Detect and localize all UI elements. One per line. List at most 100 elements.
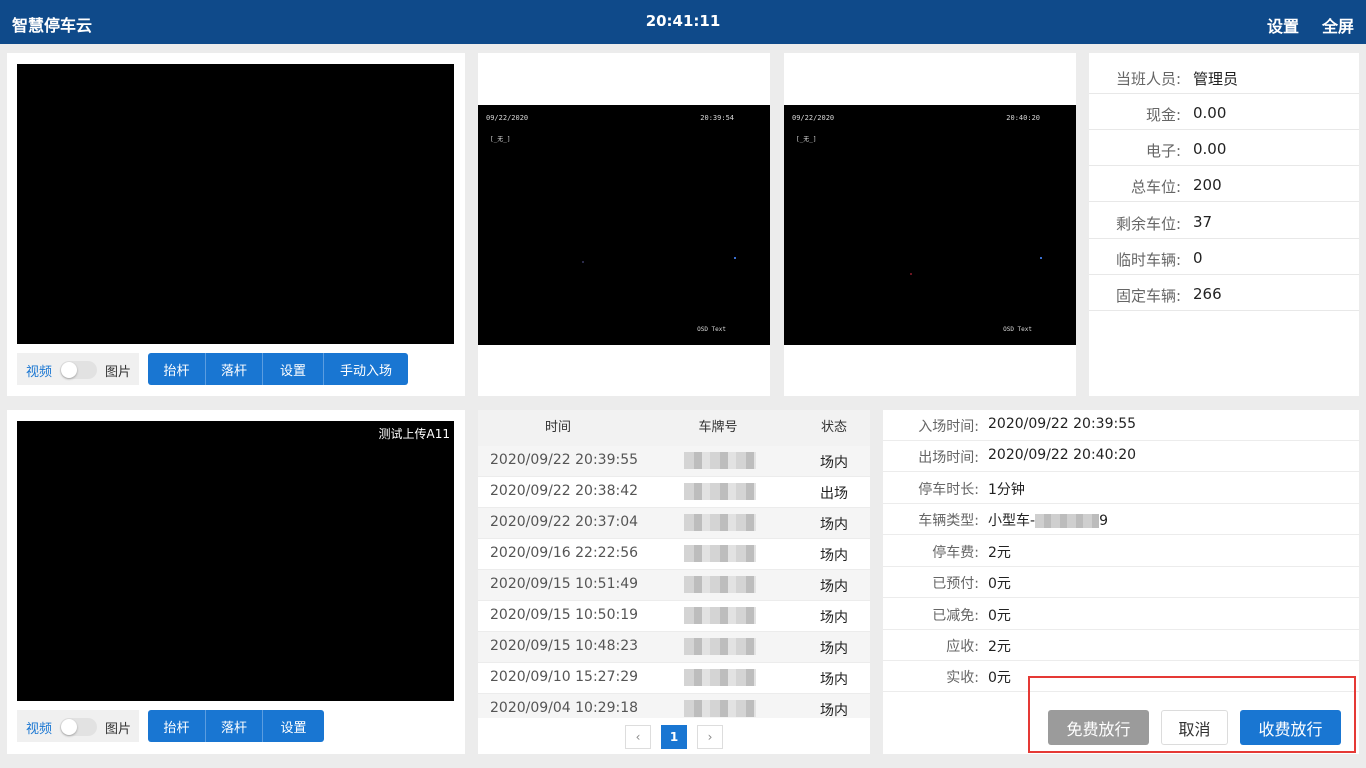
detail-row-fee: 停车费: 2元: [883, 536, 1359, 567]
top-bar: 智慧停车云 20:41:11 设置 全屏: [0, 0, 1366, 44]
free-release-button[interactable]: 免费放行: [1048, 710, 1149, 745]
info-row-electronic: 电子: 0.00: [1089, 130, 1359, 166]
info-row-total-spaces: 总车位: 200: [1089, 166, 1359, 202]
entry-settings-button[interactable]: 设置: [263, 353, 324, 385]
picture-mode-label[interactable]: 图片: [105, 718, 131, 737]
info-label: 当班人员:: [1115, 70, 1181, 88]
info-label: 现金:: [1145, 106, 1181, 124]
exit-raise-barrier-button[interactable]: 抬杆: [148, 710, 206, 742]
detail-value: 0元: [988, 608, 1011, 624]
detail-value: 2元: [988, 639, 1011, 655]
clock: 20:41:11: [645, 12, 721, 30]
cell-plate-redacted: [684, 514, 756, 531]
detail-value: 0元: [988, 670, 1011, 686]
snapshot-time: 20:39:54: [700, 114, 734, 122]
entry-view-toggle: 视频 图片: [17, 353, 139, 385]
cell-plate-redacted: [684, 669, 756, 686]
video-mode-label[interactable]: 视频: [26, 361, 52, 380]
entry-controls: 视频 图片 抬杆 落杆 设置 手动入场: [17, 353, 454, 385]
table-row[interactable]: 2020/09/22 20:38:42 出场: [478, 477, 870, 508]
exit-video-feed: 测试上传A11: [17, 421, 454, 701]
exit-snapshot-panel: 09/22/2020 20:40:20 [_无_] OSD Text: [784, 53, 1076, 396]
detail-label: 实收:: [946, 670, 979, 686]
detail-value: 2020/09/22 20:40:20: [988, 447, 1137, 463]
video-picture-switch[interactable]: [60, 718, 97, 736]
detail-row-receivable: 应收: 2元: [883, 630, 1359, 661]
cell-time: 2020/09/15 10:48:23: [490, 638, 639, 654]
vehicle-type-text: 小型车-: [988, 513, 1036, 529]
switch-knob: [61, 362, 77, 378]
detail-row-prepaid: 已预付: 0元: [883, 567, 1359, 598]
pager-prev-button[interactable]: ‹: [625, 725, 651, 749]
detail-label: 入场时间:: [918, 419, 979, 435]
table-body[interactable]: 2020/09/22 20:39:55 场内 2020/09/22 20:38:…: [478, 446, 870, 718]
info-row-remaining-spaces: 剩余车位: 37: [1089, 203, 1359, 239]
entry-camera-panel: 视频 图片 抬杆 落杆 设置 手动入场: [7, 53, 465, 396]
table-row[interactable]: 2020/09/16 22:22:56 场内: [478, 539, 870, 570]
cell-plate-redacted: [684, 452, 756, 469]
cell-time: 2020/09/04 10:29:18: [490, 700, 639, 716]
cancel-button[interactable]: 取消: [1161, 710, 1228, 745]
snapshot-date: 09/22/2020: [792, 114, 835, 122]
exit-settings-button[interactable]: 设置: [263, 710, 324, 742]
detail-row-discount: 已减免: 0元: [883, 599, 1359, 630]
table-row[interactable]: 2020/09/15 10:50:19 场内: [478, 601, 870, 632]
settings-link[interactable]: 设置: [1267, 13, 1299, 37]
fullscreen-link[interactable]: 全屏: [1322, 13, 1354, 37]
table-row[interactable]: 2020/09/10 15:27:29 场内: [478, 663, 870, 694]
cell-status: 出场: [820, 486, 848, 502]
switch-knob: [61, 719, 77, 735]
video-picture-switch[interactable]: [60, 361, 97, 379]
info-value: 200: [1193, 176, 1222, 194]
snapshot-plate-tag: [_无_]: [796, 136, 817, 143]
column-header-status: 状态: [820, 420, 847, 435]
cell-time: 2020/09/16 22:22:56: [490, 545, 639, 561]
exit-snapshot-image: 09/22/2020 20:40:20 [_无_] OSD Text: [784, 105, 1076, 345]
cell-time: 2020/09/10 15:27:29: [490, 669, 639, 685]
table-row[interactable]: 2020/09/15 10:51:49 场内: [478, 570, 870, 601]
info-value: 0.00: [1193, 140, 1227, 158]
picture-mode-label[interactable]: 图片: [105, 361, 131, 380]
detail-value: 2020/09/22 20:39:55: [988, 416, 1137, 432]
entry-video-feed: [17, 64, 454, 344]
cell-status: 场内: [820, 455, 848, 471]
detail-row-entry-time: 入场时间: 2020/09/22 20:39:55: [883, 410, 1359, 441]
exit-button-group: 抬杆 落杆 设置: [148, 710, 324, 742]
snapshot-osd-text: OSD Text: [1003, 326, 1032, 333]
cell-time: 2020/09/22 20:39:55: [490, 452, 639, 468]
cell-plate-redacted: [684, 483, 756, 500]
cell-plate-redacted: [684, 607, 756, 624]
pager-page-1[interactable]: 1: [661, 725, 687, 749]
cell-plate-redacted: [684, 700, 756, 717]
detail-label: 应收:: [946, 639, 979, 655]
table-row[interactable]: 2020/09/15 10:48:23 场内: [478, 632, 870, 663]
info-value: 0.00: [1193, 104, 1227, 122]
info-value: 37: [1193, 213, 1213, 231]
records-panel: 时间 车牌号 状态 2020/09/22 20:39:55 场内 2020/09…: [478, 410, 870, 754]
info-label: 剩余车位:: [1115, 215, 1181, 233]
details-panel: 入场时间: 2020/09/22 20:39:55 出场时间: 2020/09/…: [883, 410, 1359, 754]
cell-time: 2020/09/15 10:51:49: [490, 576, 639, 592]
charge-release-button[interactable]: 收费放行: [1240, 710, 1341, 745]
table-row[interactable]: 2020/09/22 20:37:04 场内: [478, 508, 870, 539]
manual-entry-button[interactable]: 手动入场: [324, 353, 408, 385]
detail-value: 1分钟: [988, 482, 1025, 498]
pager-next-button[interactable]: ›: [697, 725, 723, 749]
detail-row-vehicle-type: 车辆类型: 小型车- 9: [883, 504, 1359, 535]
vehicle-type-tail: 9: [1099, 513, 1108, 529]
light-dot: [1040, 257, 1042, 259]
entry-raise-barrier-button[interactable]: 抬杆: [148, 353, 206, 385]
cell-time: 2020/09/22 20:38:42: [490, 483, 639, 499]
table-row[interactable]: 2020/09/04 10:29:18 场内: [478, 694, 870, 718]
entry-lower-barrier-button[interactable]: 落杆: [206, 353, 263, 385]
cell-status: 场内: [820, 517, 848, 533]
exit-controls: 视频 图片 抬杆 落杆 设置: [17, 710, 454, 742]
info-row-temp-vehicles: 临时车辆: 0: [1089, 239, 1359, 275]
light-dot: [910, 273, 912, 275]
info-value: 266: [1193, 285, 1222, 303]
table-row[interactable]: 2020/09/22 20:39:55 场内: [478, 446, 870, 477]
info-row-operator: 当班人员: 管理员: [1089, 58, 1359, 94]
exit-lower-barrier-button[interactable]: 落杆: [206, 710, 263, 742]
video-mode-label[interactable]: 视频: [26, 718, 52, 737]
cell-time: 2020/09/22 20:37:04: [490, 514, 639, 530]
